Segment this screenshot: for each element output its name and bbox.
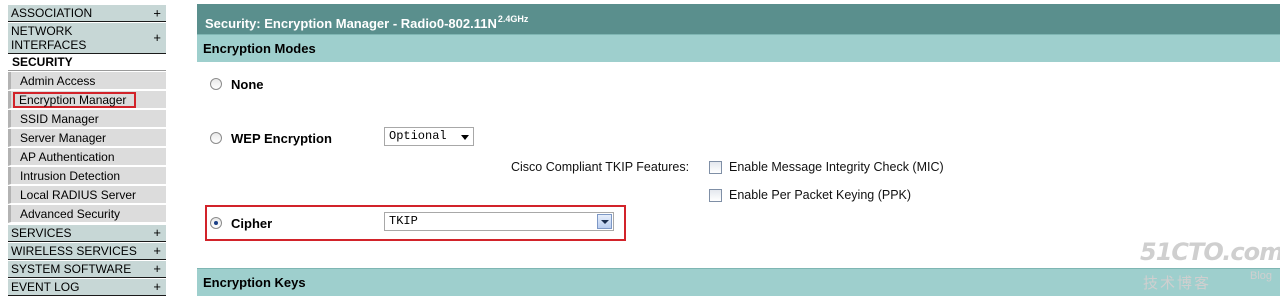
sidebar-item-advanced-security[interactable]: Advanced Security xyxy=(8,205,166,223)
sidebar-item-system-software[interactable]: SYSTEM SOFTWARE + xyxy=(8,260,166,278)
tkip-features-label: Cisco Compliant TKIP Features: xyxy=(511,160,690,174)
cipher-label: Cipher xyxy=(231,216,273,231)
plus-icon: + xyxy=(153,243,161,258)
cipher-select[interactable]: TKIP xyxy=(384,212,614,231)
sidebar-item-label: Intrusion Detection xyxy=(20,169,121,183)
plus-icon: + xyxy=(153,279,161,294)
wep-encryption-select-value: Optional xyxy=(389,129,447,143)
watermark-logo: 51CTO.com xyxy=(1140,238,1280,266)
plus-icon: + xyxy=(153,261,161,276)
wep-encryption-label: WEP Encryption xyxy=(231,131,332,146)
none-radio[interactable] xyxy=(210,78,222,90)
sidebar-item-encryption-manager[interactable]: Encryption Manager xyxy=(8,91,166,109)
cipher-select-value: TKIP xyxy=(389,214,418,228)
plus-icon: + xyxy=(153,30,161,45)
sidebar-item-label: Encryption Manager xyxy=(13,92,137,108)
sidebar-item-ap-authentication[interactable]: AP Authentication xyxy=(8,148,166,166)
sidebar: ASSOCIATION + NETWORK INTERFACES + SECUR… xyxy=(0,0,166,307)
sidebar-item-ssid-manager[interactable]: SSID Manager xyxy=(8,110,166,128)
sidebar-item-label: AP Authentication xyxy=(20,150,115,164)
watermark-subtitle: 技术博客 xyxy=(1143,275,1212,292)
sidebar-item-local-radius-server[interactable]: Local RADIUS Server xyxy=(8,186,166,204)
page-title-text: Security: Encryption Manager - Radio0-80… xyxy=(205,16,497,31)
watermark: 51CTO.com 技术博客 Blog xyxy=(1140,238,1280,298)
sidebar-item-label: SYSTEM SOFTWARE xyxy=(11,262,132,276)
sidebar-item-label: Server Manager xyxy=(20,131,107,145)
mic-checkbox[interactable] xyxy=(709,161,722,174)
sidebar-item-services[interactable]: SERVICES + xyxy=(8,224,166,242)
sidebar-item-event-log[interactable]: EVENT LOG + xyxy=(8,278,166,296)
plus-icon: + xyxy=(153,225,161,240)
sidebar-item-label: Admin Access xyxy=(20,74,96,88)
wep-encryption-radio[interactable] xyxy=(210,132,222,144)
main-content: Security: Encryption Manager - Radio0-80… xyxy=(197,0,1280,307)
chevron-down-icon xyxy=(461,135,469,140)
section-encryption-keys: Encryption Keys xyxy=(197,268,1280,296)
sidebar-item-label: EVENT LOG xyxy=(11,280,80,294)
sidebar-item-network-interfaces[interactable]: NETWORK INTERFACES + xyxy=(8,22,166,54)
sidebar-item-label: SSID Manager xyxy=(20,112,99,126)
section-encryption-modes: Encryption Modes xyxy=(197,34,1280,62)
sidebar-item-intrusion-detection[interactable]: Intrusion Detection xyxy=(8,167,166,185)
sidebar-item-association[interactable]: ASSOCIATION + xyxy=(8,4,166,22)
ppk-checkbox[interactable] xyxy=(709,189,722,202)
sidebar-item-label: NETWORK xyxy=(11,24,73,38)
sidebar-item-label: Local RADIUS Server xyxy=(20,188,137,202)
sidebar-item-label: WIRELESS SERVICES xyxy=(11,244,137,258)
cipher-radio[interactable] xyxy=(210,217,222,229)
sidebar-item-server-manager[interactable]: Server Manager xyxy=(8,129,166,147)
plus-icon: + xyxy=(153,5,161,21)
sidebar-item-label: Advanced Security xyxy=(20,207,121,221)
chevron-down-icon[interactable] xyxy=(597,214,612,229)
ppk-label: Enable Per Packet Keying (PPK) xyxy=(729,188,912,202)
mic-label: Enable Message Integrity Check (MIC) xyxy=(729,160,944,174)
wep-encryption-select[interactable]: Optional xyxy=(384,127,474,146)
none-label: None xyxy=(231,77,264,92)
sidebar-item-label: INTERFACES xyxy=(11,38,87,52)
watermark-blog: Blog xyxy=(1250,270,1273,282)
sidebar-item-wireless-services[interactable]: WIRELESS SERVICES + xyxy=(8,242,166,260)
sidebar-item-label: ASSOCIATION xyxy=(11,6,93,20)
page-title: Security: Encryption Manager - Radio0-80… xyxy=(197,4,1280,34)
sidebar-item-label: SERVICES xyxy=(11,226,72,240)
sidebar-item-security[interactable]: SECURITY xyxy=(8,54,166,71)
sidebar-item-admin-access[interactable]: Admin Access xyxy=(8,72,166,90)
page-title-band: 2.4GHz xyxy=(497,14,529,24)
